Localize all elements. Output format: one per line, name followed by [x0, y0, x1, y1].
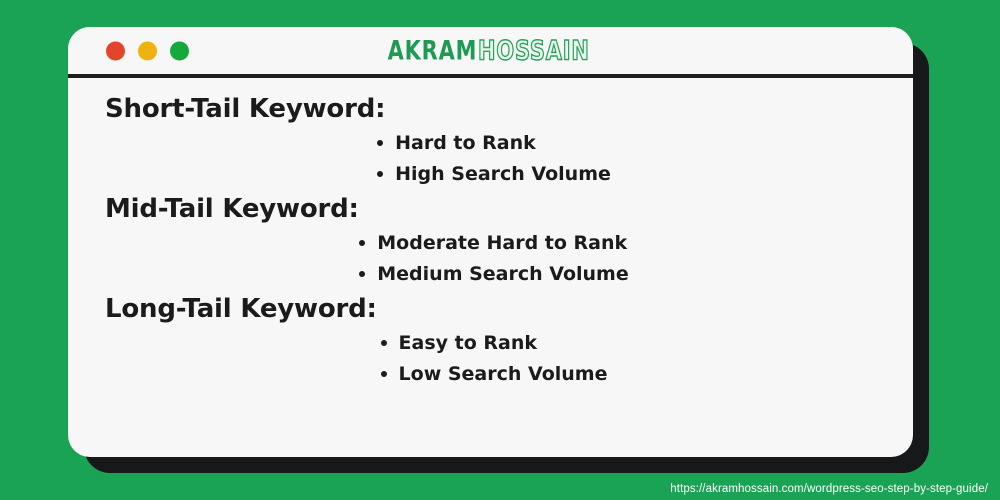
keyword-bullet-list-inner: Moderate Hard to Rank Medium Search Volu…	[355, 228, 629, 290]
keyword-group-short-tail: Short-Tail Keyword: Hard to Rank High Se…	[105, 92, 879, 190]
slide-canvas: AKRAMHOSSAIN Short-Tail Keyword: Hard to…	[0, 0, 1000, 500]
list-item: Low Search Volume	[377, 359, 607, 390]
card-titlebar: AKRAMHOSSAIN	[68, 27, 913, 78]
list-item: Hard to Rank	[373, 128, 611, 159]
maximize-window-icon[interactable]	[170, 41, 189, 60]
keyword-group-heading: Mid-Tail Keyword:	[105, 193, 359, 224]
brand-logo: AKRAMHOSSAIN	[68, 35, 913, 66]
keyword-group-mid-tail: Mid-Tail Keyword: Moderate Hard to Rank …	[105, 192, 879, 290]
keyword-group-long-tail: Long-Tail Keyword: Easy to Rank Low Sear…	[105, 292, 879, 390]
card-content: Short-Tail Keyword: Hard to Rank High Se…	[68, 78, 913, 457]
keyword-bullet-list: Hard to Rank High Search Volume	[105, 128, 879, 190]
list-item: Easy to Rank	[377, 328, 608, 359]
keyword-group-heading: Short-Tail Keyword:	[105, 94, 386, 124]
list-item: High Search Volume	[373, 159, 611, 190]
keyword-bullet-list: Moderate Hard to Rank Medium Search Volu…	[105, 228, 879, 290]
brand-logo-first-word: AKRAM	[387, 35, 478, 66]
minimize-window-icon[interactable]	[138, 41, 157, 60]
close-window-icon[interactable]	[106, 41, 125, 60]
keyword-bullet-list-inner: Easy to Rank Low Search Volume	[377, 328, 608, 390]
list-item: Moderate Hard to Rank	[355, 228, 628, 259]
source-url-label[interactable]: https://akramhossain.com/wordpress-seo-s…	[670, 483, 988, 495]
keyword-bullet-list-inner: Hard to Rank High Search Volume	[373, 128, 611, 190]
brand-logo-second-word: HOSSAIN	[477, 35, 590, 66]
list-item: Medium Search Volume	[355, 259, 629, 290]
keyword-bullet-list: Easy to Rank Low Search Volume	[105, 328, 879, 390]
browser-card: AKRAMHOSSAIN Short-Tail Keyword: Hard to…	[68, 27, 913, 457]
keyword-group-heading: Long-Tail Keyword:	[105, 293, 377, 324]
traffic-light-controls	[106, 41, 189, 60]
